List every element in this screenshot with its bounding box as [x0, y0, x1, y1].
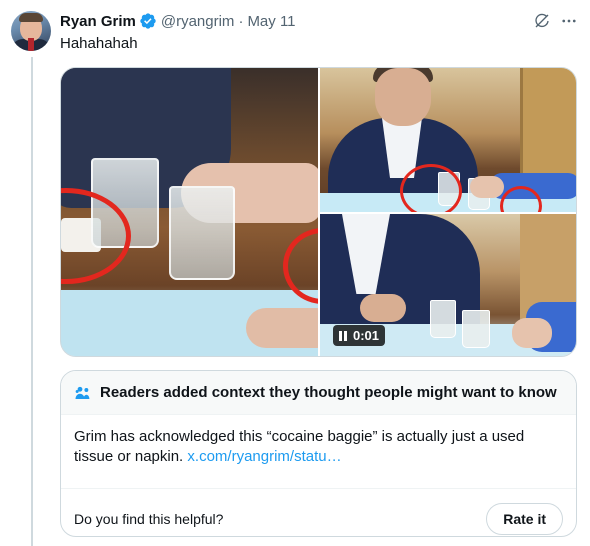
community-note-body: Grim has acknowledged this “cocaine bagg… — [61, 415, 576, 478]
media-grid: 0:01 — [60, 67, 577, 357]
verified-badge-icon — [140, 13, 156, 29]
avatar-hair — [19, 13, 43, 22]
post-header: Ryan Grim @ryangrim · May 11 — [60, 11, 296, 31]
post-date[interactable]: May 11 — [247, 13, 295, 30]
author-name[interactable]: Ryan Grim — [60, 13, 136, 30]
glass-shape — [169, 186, 235, 280]
avatar[interactable] — [11, 11, 51, 51]
more-dots-icon[interactable] — [560, 12, 578, 30]
glass-shape — [462, 310, 490, 348]
hand-shape — [246, 308, 318, 348]
community-note: Readers added context they thought peopl… — [60, 370, 577, 537]
community-note-title: Readers added context they thought peopl… — [100, 384, 557, 401]
avatar-tie — [28, 38, 34, 51]
media-image-2[interactable] — [320, 68, 576, 212]
rate-it-button[interactable]: Rate it — [486, 502, 563, 535]
separator: · — [238, 12, 244, 30]
community-note-link[interactable]: x.com/ryangrim/statu… — [187, 448, 341, 465]
video-time: 0:01 — [353, 328, 380, 343]
hand-shape — [360, 294, 406, 322]
pause-icon — [339, 330, 347, 341]
hand-shape — [512, 318, 552, 348]
community-note-header: Readers added context they thought peopl… — [61, 371, 576, 415]
helpful-question: Do you find this helpful? — [74, 510, 224, 527]
author-handle[interactable]: @ryangrim — [161, 13, 235, 30]
media-image-1[interactable] — [61, 68, 318, 356]
community-note-footer: Do you find this helpful? Rate it — [61, 489, 576, 536]
head-shape — [375, 68, 431, 126]
post-text: Hahahahah — [60, 35, 138, 52]
video-timer-badge[interactable]: 0:01 — [333, 325, 386, 346]
people-icon — [75, 386, 90, 399]
hand-shape — [470, 176, 504, 198]
glass-shape — [430, 300, 456, 338]
grok-icon[interactable] — [533, 12, 551, 30]
red-circle-annotation — [400, 164, 462, 212]
thread-line — [31, 57, 33, 546]
